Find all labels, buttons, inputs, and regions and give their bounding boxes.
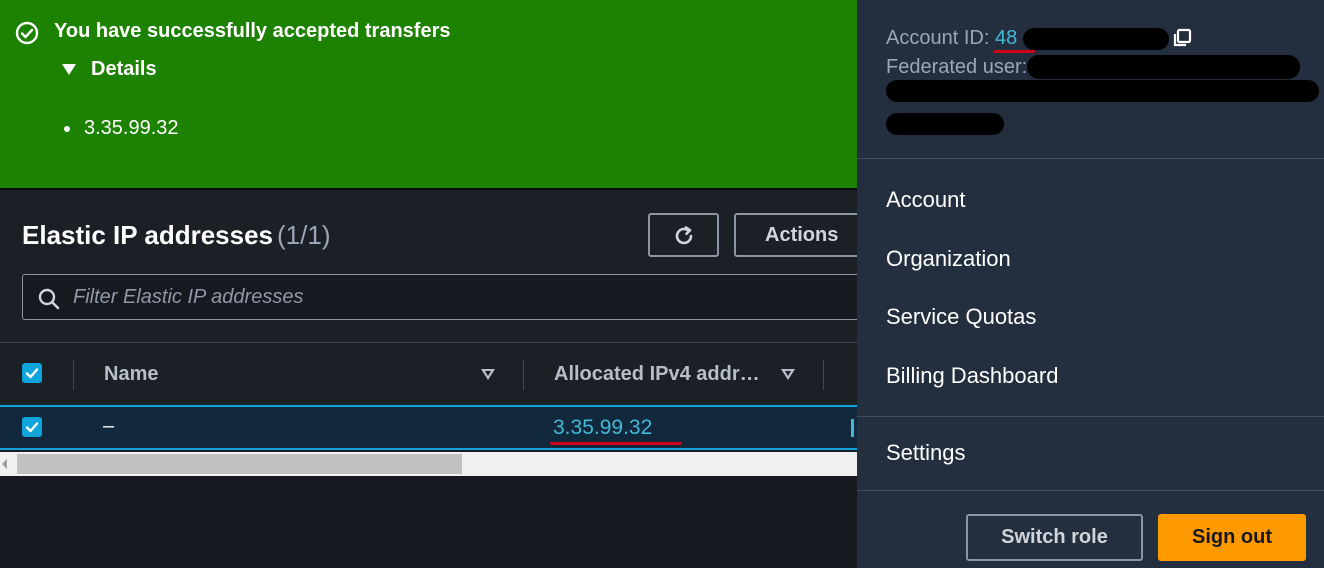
redaction-mark bbox=[1023, 28, 1169, 50]
empty-area bbox=[0, 476, 857, 568]
account-id-row: Account ID: 48 bbox=[886, 27, 1017, 50]
menu-item-billing-dashboard[interactable]: Billing Dashboard bbox=[886, 363, 1058, 389]
checkbox-checked-icon bbox=[25, 368, 39, 379]
redaction-mark bbox=[886, 113, 1004, 135]
menu-item-account[interactable]: Account bbox=[886, 187, 966, 213]
column-separator[interactable] bbox=[823, 360, 824, 390]
column-separator[interactable] bbox=[73, 360, 74, 390]
scroll-thumb[interactable] bbox=[17, 454, 462, 474]
account-id-label: Account ID: bbox=[886, 27, 990, 49]
copy-icon[interactable] bbox=[1172, 28, 1192, 48]
menu-item-organization[interactable]: Organization bbox=[886, 246, 1011, 272]
sign-out-button[interactable]: Sign out bbox=[1158, 514, 1306, 561]
check-circle-icon bbox=[15, 21, 39, 45]
success-banner: You have successfully accepted transfers… bbox=[0, 0, 857, 188]
redaction-mark bbox=[886, 80, 1319, 102]
select-all-checkbox[interactable] bbox=[22, 363, 42, 383]
sort-caret-icon[interactable] bbox=[781, 369, 795, 380]
table-header: Name Allocated IPv4 addr… bbox=[0, 343, 857, 405]
actions-button[interactable]: Actions bbox=[734, 213, 874, 257]
list-bullet bbox=[64, 126, 70, 132]
menu-divider bbox=[857, 158, 1324, 159]
row-name: – bbox=[103, 415, 115, 437]
row-checkbox[interactable] bbox=[22, 417, 42, 437]
elastic-ip-panel: Elastic IP addresses(1/1) Actions Name A… bbox=[0, 190, 874, 568]
annotation-underline bbox=[550, 442, 682, 445]
switch-role-button[interactable]: Switch role bbox=[966, 514, 1143, 561]
menu-divider bbox=[857, 490, 1324, 491]
page-title: Elastic IP addresses (1/1) bbox=[22, 220, 330, 251]
account-dropdown: Account ID: 48 Federated user: Account O… bbox=[857, 0, 1324, 568]
table-row[interactable]: – 3.35.99.32 bbox=[0, 405, 857, 450]
refresh-button[interactable] bbox=[648, 213, 719, 257]
column-header-ipv4[interactable]: Allocated IPv4 addr… bbox=[554, 363, 760, 386]
account-id-value: 48 bbox=[994, 27, 1018, 49]
column-separator[interactable] bbox=[523, 360, 524, 390]
scroll-left-arrow-icon[interactable] bbox=[2, 459, 7, 469]
refresh-icon bbox=[675, 226, 693, 245]
menu-divider bbox=[857, 416, 1324, 417]
sort-caret-icon[interactable] bbox=[481, 369, 495, 380]
annotation-underline bbox=[993, 50, 1035, 53]
column-header-name[interactable]: Name bbox=[104, 363, 158, 386]
filter-box[interactable] bbox=[22, 274, 872, 320]
federated-user-label: Federated user: bbox=[886, 56, 1028, 78]
transferred-ip: 3.35.99.32 bbox=[84, 117, 179, 139]
truncated-cell bbox=[851, 419, 854, 437]
filter-input[interactable] bbox=[73, 283, 833, 311]
ipv4-link[interactable]: 3.35.99.32 bbox=[553, 416, 652, 440]
menu-item-service-quotas[interactable]: Service Quotas bbox=[886, 304, 1036, 330]
menu-item-settings[interactable]: Settings bbox=[886, 440, 966, 466]
page-title-text: Elastic IP addresses bbox=[22, 220, 274, 250]
redaction-mark bbox=[1027, 55, 1300, 79]
banner-message: You have successfully accepted transfers bbox=[54, 20, 451, 42]
search-icon bbox=[38, 288, 60, 310]
caret-down-icon[interactable] bbox=[62, 64, 76, 75]
checkbox-checked-icon bbox=[25, 422, 39, 433]
item-count: (1/1) bbox=[277, 220, 331, 250]
details-toggle[interactable]: Details bbox=[91, 58, 157, 81]
horizontal-scrollbar[interactable] bbox=[0, 452, 857, 476]
